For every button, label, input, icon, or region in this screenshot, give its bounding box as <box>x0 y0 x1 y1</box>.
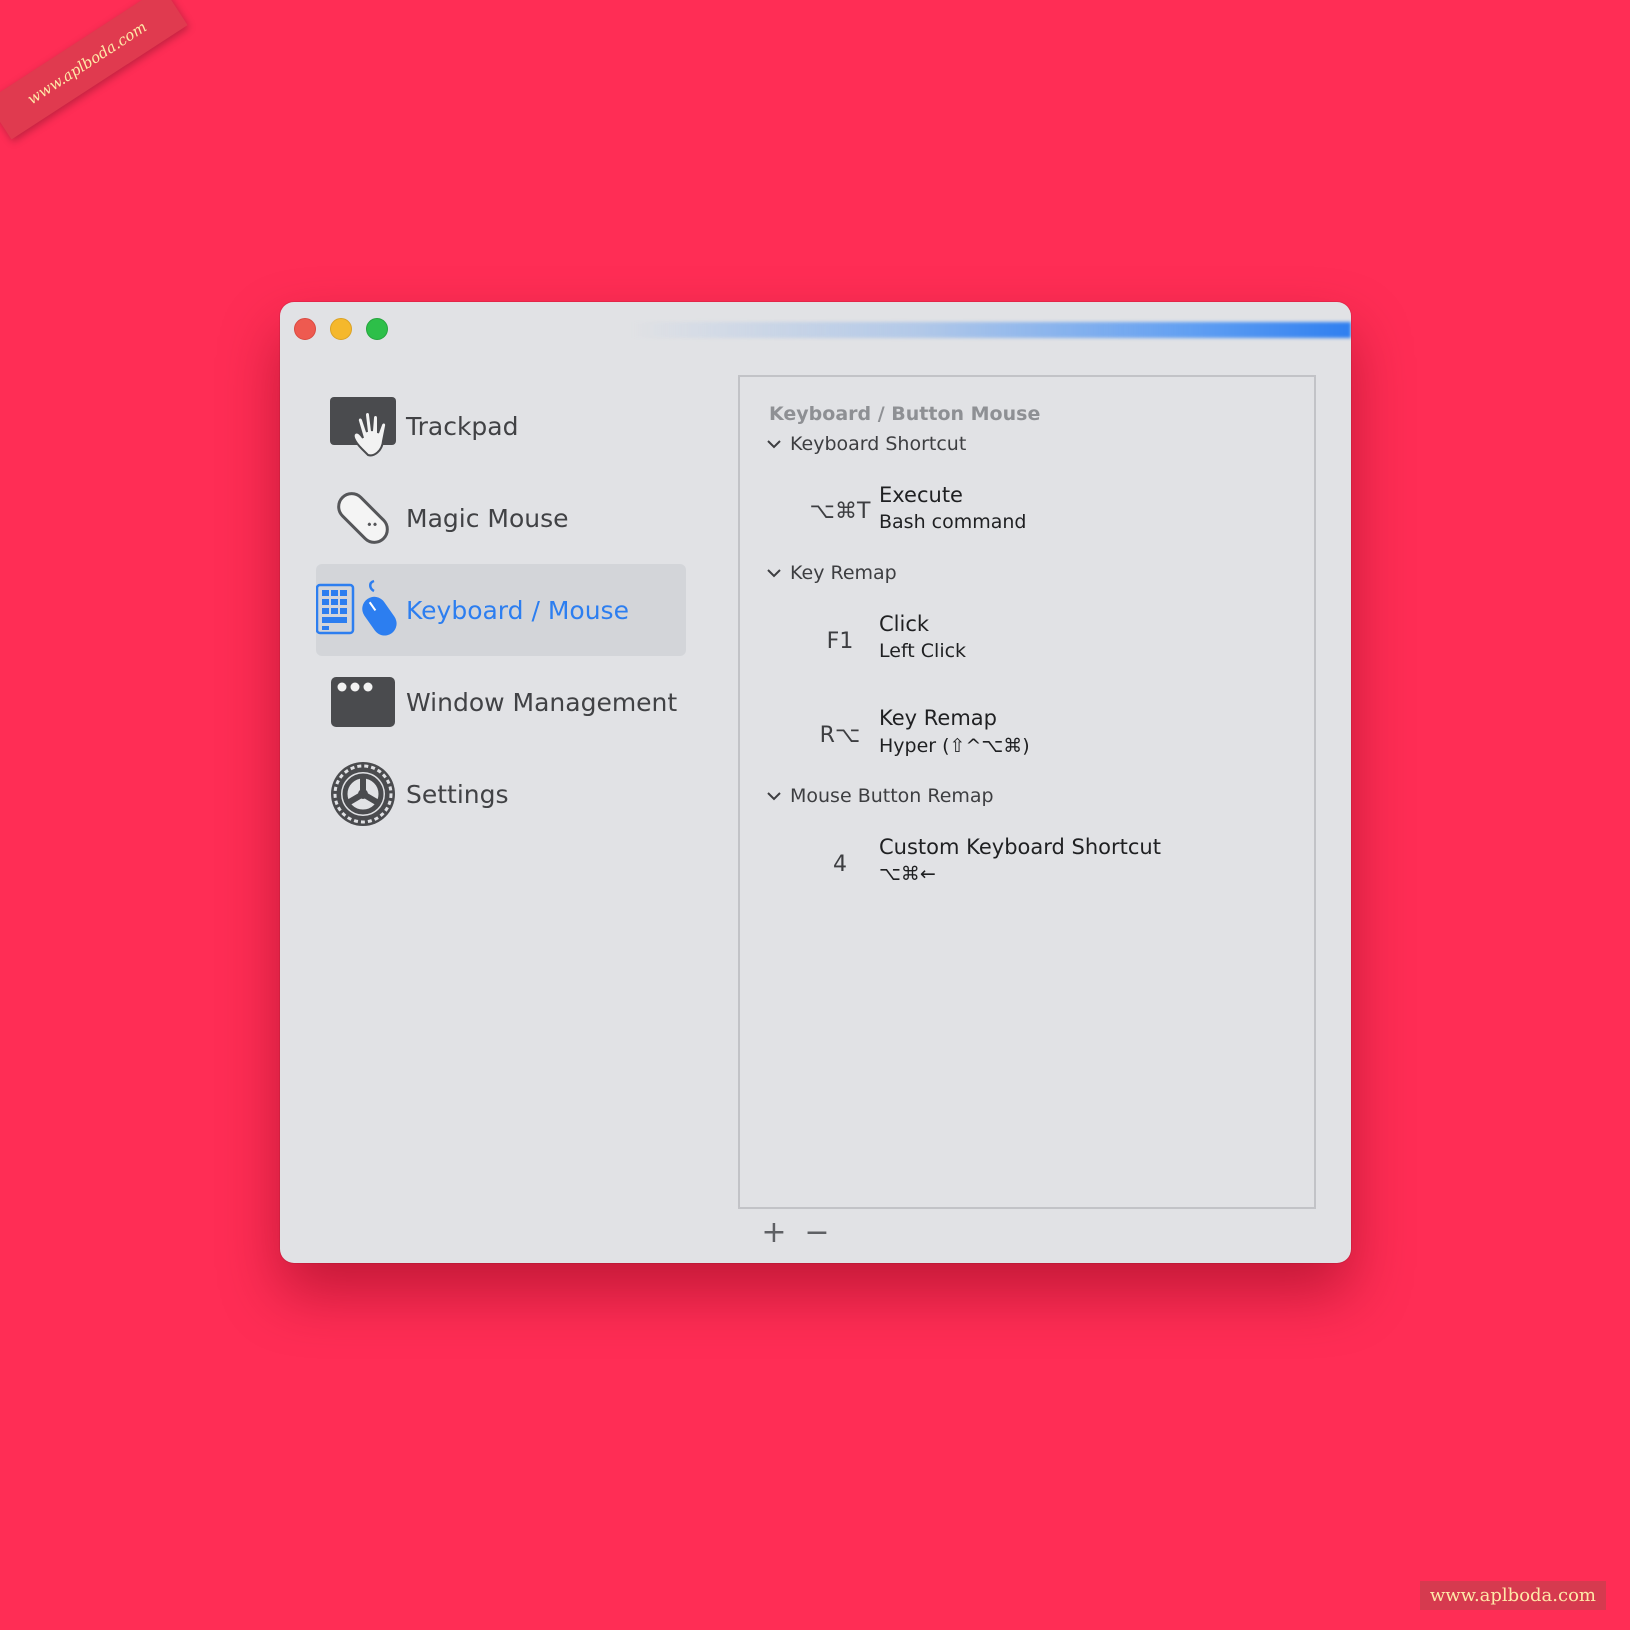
window-icon <box>331 677 395 727</box>
close-button[interactable] <box>294 318 316 340</box>
titlebar-glow <box>631 322 1351 338</box>
action-subtitle: ⌥⌘← <box>879 863 936 885</box>
minimize-button[interactable] <box>330 318 352 340</box>
panel-title: Keyboard / Button Mouse <box>769 403 1041 425</box>
chevron-down-icon <box>767 440 781 449</box>
group-header-key-remap[interactable]: Key Remap <box>766 562 897 584</box>
action-subtitle: Hyper (⇧^⌥⌘) <box>879 735 1030 757</box>
action-subtitle: Left Click <box>879 640 967 662</box>
gear-icon <box>331 762 395 826</box>
group-header-label: Mouse Button Remap <box>790 785 994 807</box>
watermark-ribbon-text: www.aplboda.com <box>24 17 150 109</box>
remove-button[interactable]: − <box>803 1218 831 1248</box>
sidebar-item-trackpad[interactable]: Trackpad <box>316 380 686 472</box>
shortcut-list-panel: Keyboard / Button Mouse Keyboard Shortcu… <box>738 375 1316 1209</box>
sidebar-item-window-management[interactable]: Window Management <box>316 656 686 748</box>
trackpad-hand-icon <box>330 397 396 457</box>
chevron-down-icon <box>767 792 781 801</box>
action-title: Click <box>879 612 930 636</box>
action-subtitle: Bash command <box>879 511 1027 533</box>
magic-mouse-icon <box>337 492 389 544</box>
action-title: Custom Keyboard Shortcut <box>879 835 1161 859</box>
group-header-keyboard-shortcut[interactable]: Keyboard Shortcut <box>766 433 966 455</box>
chevron-down-icon <box>767 569 781 578</box>
sidebar-item-keyboard-mouse[interactable]: Keyboard / Mouse <box>316 564 686 656</box>
keyboard-mouse-icon <box>316 579 397 636</box>
sidebar-item-settings[interactable]: Settings <box>316 748 686 840</box>
sidebar-item-label: Magic Mouse <box>406 503 569 533</box>
zoom-button[interactable] <box>366 318 388 340</box>
group-header-label: Key Remap <box>790 562 897 584</box>
action-title: Key Remap <box>879 706 997 730</box>
sidebar-item-label: Window Management <box>406 687 678 717</box>
group-header-mouse-button-remap[interactable]: Mouse Button Remap <box>766 785 994 807</box>
sidebar: Trackpad Magic Mouse Keyboard / Mouse Wi… <box>316 380 686 840</box>
watermark-corner: www.aplboda.com <box>1419 1581 1606 1610</box>
group-header-label: Keyboard Shortcut <box>790 433 967 455</box>
add-button[interactable]: + <box>760 1218 788 1248</box>
sidebar-item-label: Settings <box>406 779 509 809</box>
sidebar-item-label: Keyboard / Mouse <box>406 595 629 625</box>
sidebar-item-magic-mouse[interactable]: Magic Mouse <box>316 472 686 564</box>
watermark-ribbon: www.aplboda.com <box>0 0 188 140</box>
app-window: Trackpad Magic Mouse Keyboard / Mouse Wi… <box>280 302 1351 1263</box>
sidebar-item-label: Trackpad <box>406 411 519 441</box>
action-title: Execute <box>879 483 963 507</box>
